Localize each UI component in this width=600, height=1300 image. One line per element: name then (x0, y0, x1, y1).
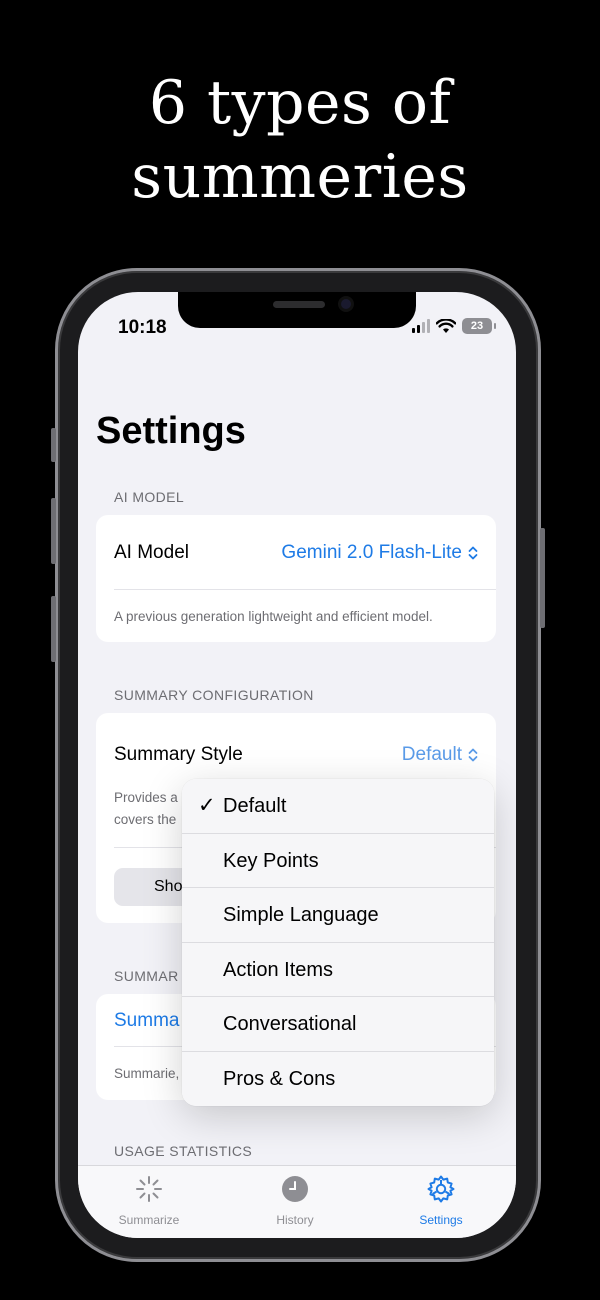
menu-item-pros-cons[interactable]: Pros & Cons (182, 1052, 494, 1106)
checkmark-icon: ✓ (198, 794, 216, 817)
phone-screen: 10:18 23 Settings AI MODEL AI Model Gemi… (78, 292, 516, 1238)
divider (114, 589, 496, 590)
menu-item-label: Conversational (223, 1013, 357, 1036)
section-header-summary-configuration: SUMMARY CONFIGURATION (114, 687, 314, 703)
tab-settings[interactable]: Settings (381, 1174, 501, 1227)
headline-line-1: 6 types of (148, 68, 452, 138)
summaries-footnote: Summarie, (114, 1066, 180, 1081)
tab-label: Settings (419, 1213, 463, 1227)
tab-bar: Summarize History Settings (78, 1165, 516, 1238)
summary-style-description-line-1: Provides a (114, 790, 178, 805)
cellular-signal-icon (412, 319, 430, 333)
front-camera (338, 296, 354, 312)
status-time: 10:18 (118, 317, 167, 338)
gear-icon (427, 1175, 455, 1203)
menu-item-default[interactable]: ✓ Default (182, 779, 494, 834)
section-header-ai-model: AI MODEL (114, 489, 185, 505)
section-header-usage-statistics: USAGE STATISTICS (114, 1143, 253, 1159)
tab-label: Summarize (118, 1213, 180, 1227)
summary-style-picker[interactable]: Default (402, 744, 478, 766)
page-title: Settings (96, 410, 246, 452)
menu-item-key-points[interactable]: Key Points (182, 834, 494, 889)
ai-model-description: A previous generation lightweight and ef… (114, 609, 433, 624)
tab-summarize[interactable]: Summarize (89, 1174, 209, 1227)
ai-model-label: AI Model (114, 542, 189, 563)
tab-history[interactable]: History (235, 1174, 355, 1227)
headline: 6 types of summeries (0, 66, 600, 214)
phone-power-button (540, 528, 545, 628)
chevron-up-down-icon (468, 747, 478, 763)
ai-model-value: Gemini 2.0 Flash-Lite (281, 542, 462, 563)
battery-icon: 23 (462, 318, 496, 334)
menu-item-action-items[interactable]: Action Items (182, 943, 494, 998)
summaries-link[interactable]: Summa (114, 1010, 179, 1032)
tab-label: History (276, 1213, 314, 1227)
menu-item-label: Default (223, 795, 287, 817)
section-header-summaries: SUMMAR (114, 968, 179, 984)
menu-item-simple-language[interactable]: Simple Language (182, 888, 494, 943)
summary-style-menu: ✓ Default Key Points Simple Language Act… (182, 779, 494, 1106)
menu-item-label: Action Items (223, 958, 334, 981)
clock-icon (282, 1176, 308, 1202)
headline-line-2: summeries (131, 142, 469, 212)
ai-model-picker[interactable]: Gemini 2.0 Flash-Lite (281, 542, 478, 564)
wifi-icon (436, 318, 456, 333)
menu-item-label: Simple Language (223, 904, 379, 927)
speaker-grille (273, 301, 325, 308)
ai-model-card: AI Model Gemini 2.0 Flash-Lite A previou… (96, 515, 496, 642)
status-icons: 23 (412, 318, 496, 334)
phone-volume-up-button (51, 498, 56, 564)
summary-style-description-line-2: covers the (114, 812, 177, 827)
chevron-up-down-icon (468, 545, 478, 561)
phone-action-button (51, 428, 56, 462)
sparkle-burst-icon (136, 1176, 162, 1202)
notch (178, 292, 416, 328)
menu-item-label: Pros & Cons (223, 1067, 336, 1090)
menu-item-conversational[interactable]: Conversational (182, 997, 494, 1052)
phone-volume-down-button (51, 596, 56, 662)
summary-style-label: Summary Style (114, 744, 243, 765)
summary-style-value: Default (401, 744, 462, 765)
menu-item-label: Key Points (223, 849, 319, 872)
